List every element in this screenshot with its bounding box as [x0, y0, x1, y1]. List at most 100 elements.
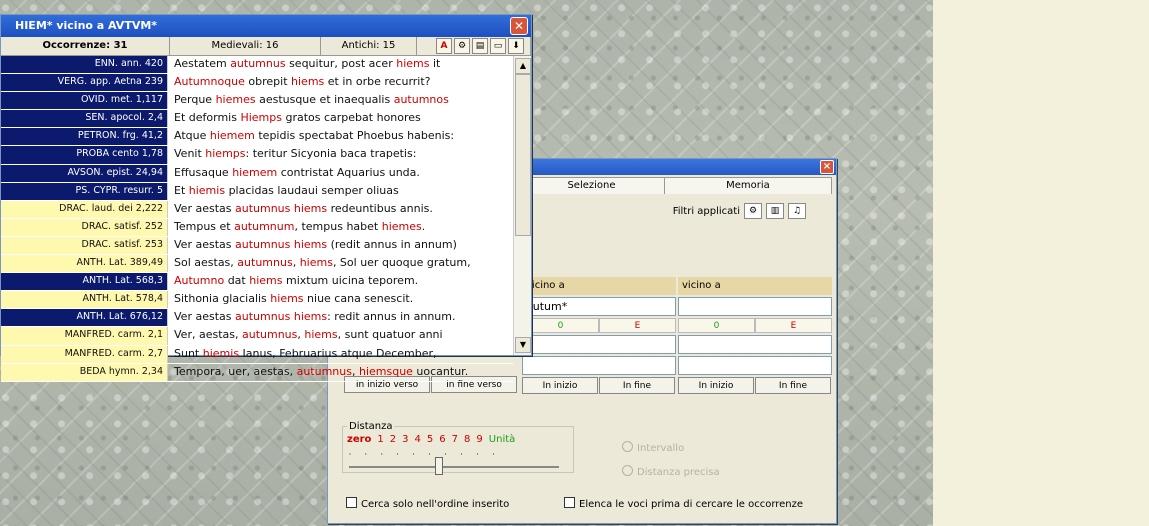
verse-fragment: Effusaque	[174, 165, 233, 179]
highlighted-term: hiems	[249, 274, 283, 288]
interval-radio[interactable]: Intervallo	[622, 441, 684, 454]
source-reference[interactable]: ANTH. Lat. 676,12	[1, 309, 167, 327]
verse-text: Effusaque hiemem contristat Aquarius und…	[167, 164, 513, 182]
concordance-row[interactable]: DRAC. satisf. 253 Ver aestas autumnus hie…	[1, 236, 513, 256]
highlighted-term: autumnus	[296, 364, 352, 378]
applied-filters: Filtri applicati ⚙ ▥ ♫	[673, 203, 806, 219]
order-only-label: Cerca solo nell'ordine inserito	[361, 499, 510, 510]
source-reference[interactable]: OVID. met. 1,117	[1, 92, 167, 110]
gear-filter-icon[interactable]: ⚙	[744, 203, 762, 219]
concordance-row[interactable]: ANTH. Lat. 578,4 Sithonia glacialis hiems…	[1, 291, 513, 310]
source-reference[interactable]: ANTH. Lat. 568,3	[1, 273, 167, 291]
column-3-extra-input-2[interactable]	[678, 356, 832, 375]
highlighted-term: autumnum	[234, 219, 295, 233]
verse-text: Sunt hiemis Ianus, Februarius atque Dece…	[167, 345, 513, 363]
concordance-row[interactable]: ANTH. Lat. 676,12 Ver aestas autumnus hie…	[1, 309, 513, 328]
concordance-row[interactable]: AVSON. epist. 24,94 Effusaque hiemem cont…	[1, 164, 513, 183]
order-only-checkbox[interactable]: Cerca solo nell'ordine inserito	[346, 497, 509, 510]
source-reference[interactable]: PETRON. frg. 41,2	[1, 128, 167, 146]
verse-text: Autumnoque obrepit hiems et in orbe recu…	[167, 74, 513, 92]
source-reference[interactable]: MANFRED. carm. 2,7	[1, 345, 167, 363]
concordance-row[interactable]: VERG. app. Aetna 239 Autumnoque obrepit h…	[1, 74, 513, 93]
highlighted-term: hiemsque	[358, 364, 413, 378]
source-reference[interactable]: DRAC. satisf. 253	[1, 236, 167, 255]
distance-slider-thumb[interactable]	[435, 457, 443, 475]
source-reference[interactable]: ANTH. Lat. 389,49	[1, 255, 167, 273]
concordance-row[interactable]: MANFRED. carm. 2,1 Ver, aestas, autumnus,…	[1, 327, 513, 346]
source-reference[interactable]: MANFRED. carm. 2,1	[1, 327, 167, 345]
export-icon[interactable]: ⬇	[508, 38, 524, 54]
e-toggle[interactable]: E	[755, 318, 832, 333]
highlighted-term: hiemis	[202, 346, 240, 360]
distance-slider-track[interactable]	[349, 466, 559, 468]
books-filter-icon[interactable]: ▥	[766, 203, 784, 219]
source-reference[interactable]: PS. CYPR. resurr. 5	[1, 182, 167, 200]
exact-distance-radio[interactable]: Distanza precisa	[622, 465, 720, 478]
concordance-row[interactable]: ANTH. Lat. 568,3 Autumno dat hiems mixtum…	[1, 273, 513, 292]
column-3-extra-input-1[interactable]	[678, 335, 832, 354]
interval-radio-label: Intervallo	[637, 443, 685, 454]
close-icon[interactable]: ✕	[510, 17, 528, 35]
column-2-extra-input-1[interactable]	[522, 335, 676, 354]
source-reference[interactable]: ENN. ann. 420	[1, 56, 167, 74]
e-toggle[interactable]: E	[599, 318, 676, 333]
verse-text: Et hiemis placidas laudaui semper oliuas	[167, 182, 513, 200]
tab-memory[interactable]: Memoria	[664, 177, 832, 194]
source-reference[interactable]: DRAC. satisf. 252	[1, 218, 167, 236]
source-reference[interactable]: BEDA hymn. 2,34	[1, 363, 167, 381]
start-button[interactable]: In inizio	[678, 377, 754, 394]
concordance-titlebar[interactable]: HIEM* vicino a AVTVM* ✕	[1, 15, 531, 37]
verse-fragment: aestusque et inaequalis	[255, 93, 394, 107]
concordance-row[interactable]: BEDA hymn. 2,34 Tempora, uer, aestas, aut…	[1, 363, 513, 382]
column-2-extra-input-2[interactable]	[522, 356, 676, 375]
concordance-row[interactable]: DRAC. laud. dei 2,222 Ver aestas autumnus…	[1, 200, 513, 219]
scroll-up-arrow-icon[interactable]: ▲	[515, 58, 531, 74]
scroll-thumb[interactable]	[515, 74, 531, 236]
list-entries-checkbox[interactable]: Elenca le voci prima di cercare le occor…	[564, 497, 803, 510]
source-reference[interactable]: ANTH. Lat. 578,4	[1, 291, 167, 309]
source-reference[interactable]: SEN. apocol. 2,4	[1, 110, 167, 128]
ancient-count[interactable]: Antichi: 15	[321, 37, 417, 55]
verse-fragment: et in orbe recurrit?	[324, 75, 431, 89]
start-button[interactable]: In inizio	[522, 377, 598, 394]
window-title: HIEM* vicino a AVTVM*	[15, 19, 158, 32]
scale-label: 7	[451, 434, 459, 445]
close-icon[interactable]: ×	[820, 160, 834, 174]
verse-fragment: Aestatem	[174, 57, 231, 70]
scroll-down-arrow-icon[interactable]: ▼	[515, 337, 531, 353]
tab-selection[interactable]: Selezione	[518, 177, 665, 194]
verse-text: Ver, aestas, autumnus, hiems, sunt quatu…	[167, 327, 513, 345]
source-reference[interactable]: PROBA cento 1,78	[1, 146, 167, 164]
distance-scale: zero 1 2 3 4 5 6 7 8 9 Unità	[347, 434, 521, 445]
zero-toggle[interactable]: 0	[678, 318, 755, 333]
concordance-row[interactable]: OVID. met. 1,117 Perque hiemes aestusque …	[1, 92, 513, 111]
verse-text: Tempora, uer, aestas, autumnus, hiemsque…	[167, 363, 513, 381]
concordance-row[interactable]: PETRON. frg. 41,2 Atque hiemem tepidis sp…	[1, 128, 513, 147]
printer-icon[interactable]: ▭	[490, 38, 506, 54]
source-reference[interactable]: AVSON. epist. 24,94	[1, 164, 167, 182]
concordance-row[interactable]: SEN. apocol. 2,4 Et deformis Hiemps grato…	[1, 110, 513, 129]
column-3-term-input[interactable]	[678, 297, 832, 316]
copy-icon[interactable]: ▤	[472, 38, 488, 54]
end-button[interactable]: In fine	[755, 377, 831, 394]
column-2-term-input[interactable]: autum*	[522, 297, 676, 316]
concordance-row[interactable]: MANFRED. carm. 2,7 Sunt hiemis Ianus, Feb…	[1, 345, 513, 364]
concordance-row[interactable]: ENN. ann. 420 Aestatem autumnus sequitur,…	[1, 56, 513, 75]
font-style-icon[interactable]: A	[436, 38, 452, 54]
source-reference[interactable]: DRAC. laud. dei 2,222	[1, 200, 167, 218]
end-button[interactable]: In fine	[599, 377, 675, 394]
stats-bar: Occorrenze: 31 Medievali: 16 Antichi: 15…	[1, 37, 531, 56]
medieval-count[interactable]: Medievali: 16	[170, 37, 321, 55]
concordance-row[interactable]: DRAC. satisf. 252 Tempus et autumnum, tem…	[1, 218, 513, 237]
concordance-row[interactable]: ANTH. Lat. 389,49 Sol aestas, autumnus, h…	[1, 255, 513, 274]
scrollbar[interactable]: ▲ ▼	[513, 56, 531, 355]
concordance-window: HIEM* vicino a AVTVM* ✕ Occorrenze: 31 M…	[0, 14, 532, 382]
concordance-row[interactable]: PS. CYPR. resurr. 5 Et hiemis placidas la…	[1, 182, 513, 201]
concordance-row[interactable]: PROBA cento 1,78 Venit hiemps: teritur Si…	[1, 146, 513, 165]
toolbar: A ⚙ ▤ ▭ ⬇	[417, 37, 531, 55]
source-reference[interactable]: VERG. app. Aetna 239	[1, 74, 167, 92]
verse-fragment: Atque	[174, 129, 210, 143]
gear-icon[interactable]: ⚙	[454, 38, 470, 54]
zero-toggle[interactable]: 0	[522, 318, 599, 333]
music-filter-icon[interactable]: ♫	[788, 203, 806, 219]
